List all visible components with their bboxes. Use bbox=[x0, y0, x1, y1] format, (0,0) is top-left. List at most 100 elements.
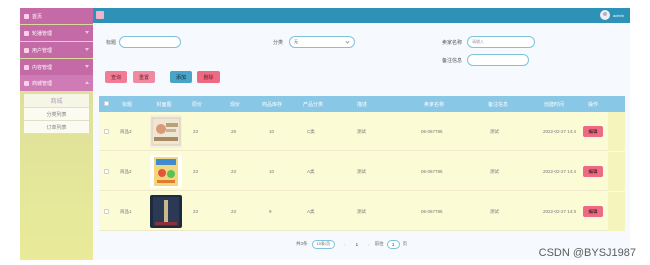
cell-seller: 06-067786 bbox=[421, 129, 443, 134]
cover-image bbox=[150, 195, 182, 228]
cell-stock: 10 bbox=[269, 129, 275, 134]
row-checkbox[interactable] bbox=[104, 209, 109, 214]
cell-price: 23 bbox=[231, 209, 237, 214]
row-edge bbox=[608, 112, 625, 151]
cover-image bbox=[150, 155, 182, 188]
pagination: 共3条 10条/页 ‹ 1 › 前往 1 页 bbox=[296, 239, 407, 249]
sidebar-item-home[interactable]: 首页 bbox=[20, 8, 93, 24]
submenu-title[interactable]: 商城 bbox=[24, 94, 89, 108]
category-select-value: 无 bbox=[294, 39, 298, 44]
col-desc: 描述 bbox=[356, 101, 367, 108]
menu-toggle-icon[interactable] bbox=[96, 11, 104, 19]
title-label: 标题 bbox=[106, 40, 117, 46]
row-edge bbox=[608, 152, 625, 191]
search-button[interactable]: 查询 bbox=[105, 71, 127, 83]
sidebar-item-label: 用户管理 bbox=[32, 47, 53, 54]
col-created: 创建时间 bbox=[543, 101, 564, 108]
cell-desc: 测试 bbox=[357, 128, 366, 134]
page-number[interactable]: 1 bbox=[356, 242, 359, 247]
col-remark: 备注信息 bbox=[487, 101, 508, 108]
edit-button[interactable]: 编辑 bbox=[583, 206, 603, 217]
seller-placeholder: 请输入 bbox=[472, 39, 484, 44]
delete-button[interactable]: 删除 bbox=[197, 71, 220, 83]
cell-price: 23 bbox=[231, 169, 237, 174]
seller-input[interactable]: 请输入 bbox=[467, 36, 535, 48]
row-checkbox[interactable] bbox=[104, 169, 109, 174]
category-select[interactable]: 无 bbox=[289, 36, 355, 48]
col-orig-price: 原价 bbox=[191, 101, 202, 108]
cell-seller: 06-067786 bbox=[421, 209, 443, 214]
col-price: 现价 bbox=[229, 101, 240, 108]
cell-title: 商品2 bbox=[120, 168, 132, 174]
row-checkbox[interactable] bbox=[104, 129, 109, 134]
main-content: 标题 分类 无 卖家名称 请输入 备注信息 查询 重置 添加 删除 标题 封面图… bbox=[93, 23, 630, 260]
remark-label: 备注信息 bbox=[442, 58, 463, 64]
table-row[interactable]: 商品3 23 28 10 C类 测试 06-067786 测试 2022-02-… bbox=[99, 112, 625, 151]
goto-page-value: 1 bbox=[391, 241, 395, 247]
col-seller: 卖家名称 bbox=[423, 101, 444, 108]
seller-label: 卖家名称 bbox=[442, 40, 463, 46]
menu-icon bbox=[24, 64, 29, 70]
menu-icon bbox=[24, 30, 29, 36]
remark-input[interactable] bbox=[467, 54, 529, 66]
watermark: CSDN @BYSJ1987 bbox=[538, 247, 636, 259]
goto-suffix: 页 bbox=[402, 241, 408, 246]
cell-stock: 9 bbox=[269, 209, 272, 214]
col-cover: 封面图 bbox=[156, 101, 172, 108]
edit-button[interactable]: 编辑 bbox=[583, 126, 603, 137]
cell-price: 28 bbox=[231, 129, 237, 134]
page-size-value: 10条/页 bbox=[316, 241, 331, 246]
total-count: 共3条 bbox=[296, 241, 308, 246]
next-page-icon[interactable]: › bbox=[368, 242, 370, 247]
cell-seller: 06-067786 bbox=[421, 169, 443, 174]
cell-desc: 测试 bbox=[357, 168, 366, 174]
cell-category: C类 bbox=[307, 128, 315, 134]
add-button[interactable]: 添加 bbox=[170, 71, 192, 83]
table-row[interactable]: 商品2 23 23 10 A类 测试 06-067786 测试 2022-02-… bbox=[99, 152, 625, 191]
cell-remark: 测试 bbox=[490, 168, 499, 174]
sidebar-item-users[interactable]: 用户管理 bbox=[20, 42, 93, 58]
prev-page-icon[interactable]: ‹ bbox=[344, 242, 346, 247]
edit-button[interactable]: 编辑 bbox=[583, 166, 603, 177]
col-category: 产品分类 bbox=[302, 101, 323, 108]
avatar bbox=[600, 10, 611, 20]
row-edge bbox=[608, 192, 625, 231]
cell-title: 商品1 bbox=[120, 208, 132, 214]
col-action: 操作 bbox=[587, 101, 598, 108]
reset-button[interactable]: 重置 bbox=[133, 71, 155, 83]
category-label: 分类 bbox=[273, 40, 284, 46]
menu-icon bbox=[24, 47, 29, 53]
sidebar-item-carousel[interactable]: 轮播管理 bbox=[20, 25, 93, 41]
cell-stock: 10 bbox=[269, 169, 275, 174]
table-row[interactable]: 商品1 23 23 9 A类 测试 06-067786 测试 2022-02-2… bbox=[99, 192, 625, 231]
user-menu[interactable]: admin bbox=[600, 10, 624, 20]
submenu-item-orders[interactable]: 订单列表 bbox=[24, 121, 89, 134]
sidebar-item-mall[interactable]: 商城管理 bbox=[20, 75, 93, 91]
cell-category: A类 bbox=[307, 168, 315, 174]
cell-orig-price: 23 bbox=[193, 209, 199, 214]
cell-orig-price: 23 bbox=[193, 169, 199, 174]
sidebar-item-label: 内容管理 bbox=[32, 64, 53, 71]
goto-page-input[interactable]: 1 bbox=[386, 239, 400, 249]
chevron-down-icon bbox=[345, 39, 350, 44]
username: admin bbox=[613, 12, 624, 18]
cell-created: 2022-02-27 14:4 bbox=[543, 169, 577, 174]
sidebar-item-label: 轮播管理 bbox=[32, 30, 53, 37]
table-header: 标题 封面图 原价 现价 商品库存 产品分类 描述 卖家名称 备注信息 创建时间… bbox=[99, 96, 625, 112]
col-title: 标题 bbox=[121, 101, 132, 108]
title-input[interactable] bbox=[119, 36, 181, 48]
sidebar-submenu: 商城 分类列表 订单列表 bbox=[24, 94, 89, 134]
top-bar: admin bbox=[93, 8, 630, 23]
cell-title: 商品3 bbox=[120, 128, 132, 134]
cell-remark: 测试 bbox=[490, 128, 499, 134]
cell-remark: 测试 bbox=[490, 208, 499, 214]
page-size-select[interactable]: 10条/页 bbox=[311, 239, 336, 249]
cell-category: A类 bbox=[307, 208, 315, 214]
chevron-down-icon bbox=[85, 48, 89, 51]
submenu-item-category[interactable]: 分类列表 bbox=[24, 108, 89, 121]
sidebar-item-label: 首页 bbox=[32, 13, 43, 20]
cover-image bbox=[150, 115, 182, 148]
sidebar-item-content[interactable]: 内容管理 bbox=[20, 59, 93, 75]
select-all-checkbox[interactable] bbox=[104, 101, 109, 106]
cell-orig-price: 23 bbox=[193, 129, 199, 134]
